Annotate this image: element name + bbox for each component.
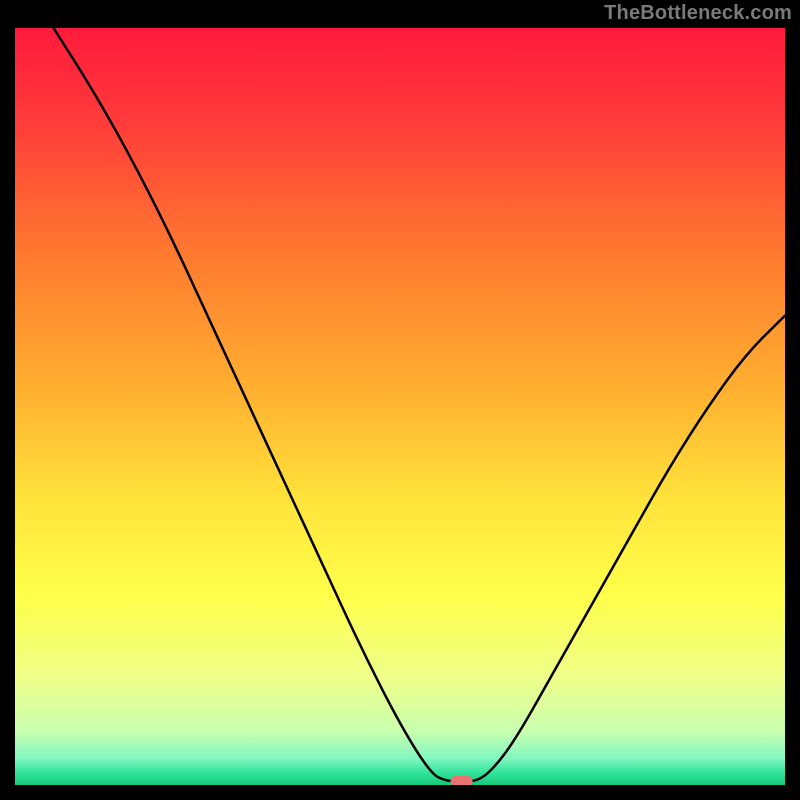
bottleneck-chart xyxy=(15,28,785,785)
gradient-background xyxy=(15,28,785,785)
chart-frame: TheBottleneck.com xyxy=(0,0,800,800)
watermark-text: TheBottleneck.com xyxy=(604,2,792,25)
optimum-marker xyxy=(451,776,473,785)
plot-area xyxy=(15,28,785,785)
